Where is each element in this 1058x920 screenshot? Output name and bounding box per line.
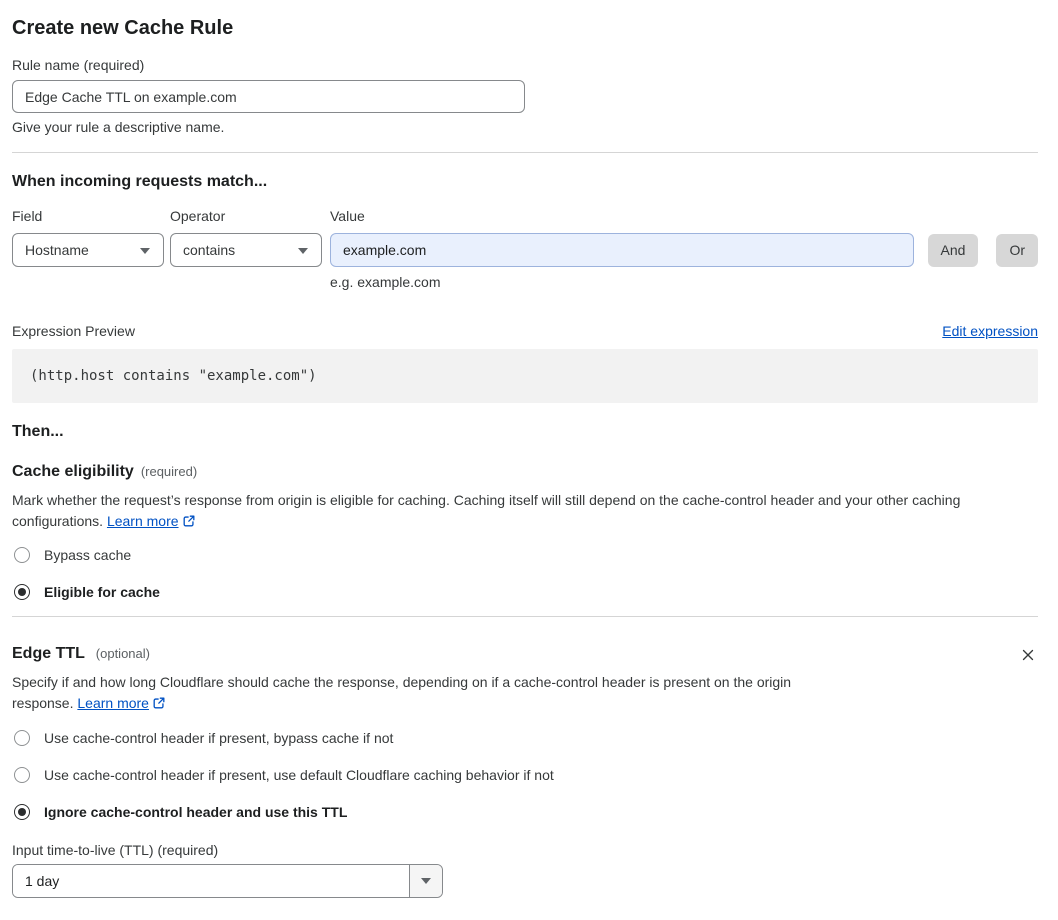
required-badge: (required) xyxy=(140,464,198,479)
rule-name-input[interactable] xyxy=(12,80,525,113)
operator-label: Operator xyxy=(170,208,226,224)
radio-checked-icon[interactable] xyxy=(14,804,30,820)
operator-select-value: contains xyxy=(183,242,236,258)
and-button[interactable]: And xyxy=(927,233,979,267)
page-title: Create new Cache Rule xyxy=(12,17,234,39)
ttl-input[interactable] xyxy=(13,865,409,897)
value-helper: e.g. example.com xyxy=(330,274,441,290)
expression-preview-label: Expression Preview xyxy=(12,323,135,339)
radio-unchecked-icon[interactable] xyxy=(14,547,30,563)
learn-more-link[interactable]: Learn more xyxy=(107,513,179,529)
external-link-icon xyxy=(153,697,165,709)
cache-rule-form: Create new Cache Rule Rule name (require… xyxy=(0,14,1058,908)
radio-unchecked-icon[interactable] xyxy=(14,767,30,783)
radio-label: Use cache-control header if present, byp… xyxy=(44,730,394,746)
chevron-down-icon xyxy=(140,248,150,254)
field-select-value: Hostname xyxy=(25,242,89,258)
match-section-heading: When incoming requests match... xyxy=(12,173,268,190)
radio-label: Bypass cache xyxy=(44,547,132,563)
then-heading: Then... xyxy=(12,423,64,440)
rule-name-label: Rule name (required) xyxy=(12,57,145,73)
cache-eligibility-heading: Cache eligibility xyxy=(12,463,134,480)
value-label: Value xyxy=(330,208,365,224)
edge-ttl-heading: Edge TTL xyxy=(12,645,85,662)
edge-ttl-heading-group: Edge TTL (optional) xyxy=(12,643,150,664)
learn-more-link[interactable]: Learn more xyxy=(77,695,149,711)
field-select[interactable]: Hostname xyxy=(12,233,164,267)
value-input[interactable] xyxy=(330,233,914,267)
radio-label: Eligible for cache xyxy=(44,584,160,600)
field-label: Field xyxy=(12,208,43,224)
expression-preview-row: Expression Preview Edit expression xyxy=(12,321,1038,341)
radio-checked-icon[interactable] xyxy=(14,584,30,600)
ttl-combobox xyxy=(12,864,443,898)
match-condition-row: Hostname contains And Or xyxy=(12,233,1038,267)
radio-option-use-header-default[interactable]: Use cache-control header if present, use… xyxy=(12,766,554,784)
radio-option-ignore-header-use-ttl[interactable]: Ignore cache-control header and use this… xyxy=(12,803,347,821)
radio-label: Ignore cache-control header and use this… xyxy=(44,804,348,820)
chevron-down-icon xyxy=(421,878,431,884)
match-column-labels: Field Operator Value xyxy=(12,207,1038,225)
cache-eligibility-heading-row: Cache eligibility (required) xyxy=(12,461,1038,482)
expression-code: (http.host contains "example.com") xyxy=(30,368,317,384)
radio-option-bypass-cache[interactable]: Bypass cache xyxy=(12,546,131,564)
radio-option-eligible-for-cache[interactable]: Eligible for cache xyxy=(12,583,160,601)
operator-select[interactable]: contains xyxy=(170,233,322,267)
ttl-dropdown-button[interactable] xyxy=(409,865,442,897)
rule-name-helper: Give your rule a descriptive name. xyxy=(12,119,225,135)
radio-label: Use cache-control header if present, use… xyxy=(44,767,554,783)
edge-ttl-description: Specify if and how long Cloudflare shoul… xyxy=(12,672,848,714)
radio-unchecked-icon[interactable] xyxy=(14,730,30,746)
external-link-icon xyxy=(183,515,195,527)
divider xyxy=(12,616,1038,617)
cache-eligibility-description: Mark whether the request’s response from… xyxy=(12,490,1038,532)
edit-expression-link[interactable]: Edit expression xyxy=(942,323,1038,339)
or-button[interactable]: Or xyxy=(996,233,1038,267)
divider xyxy=(12,152,1038,153)
ttl-input-label: Input time-to-live (TTL) (required) xyxy=(12,842,219,858)
close-icon[interactable] xyxy=(1018,645,1038,665)
expression-code-block: (http.host contains "example.com") xyxy=(12,349,1038,403)
radio-option-use-header-bypass[interactable]: Use cache-control header if present, byp… xyxy=(12,729,393,747)
edge-ttl-heading-row: Edge TTL (optional) xyxy=(12,643,1038,665)
chevron-down-icon xyxy=(298,248,308,254)
optional-badge: (optional) xyxy=(95,646,150,661)
